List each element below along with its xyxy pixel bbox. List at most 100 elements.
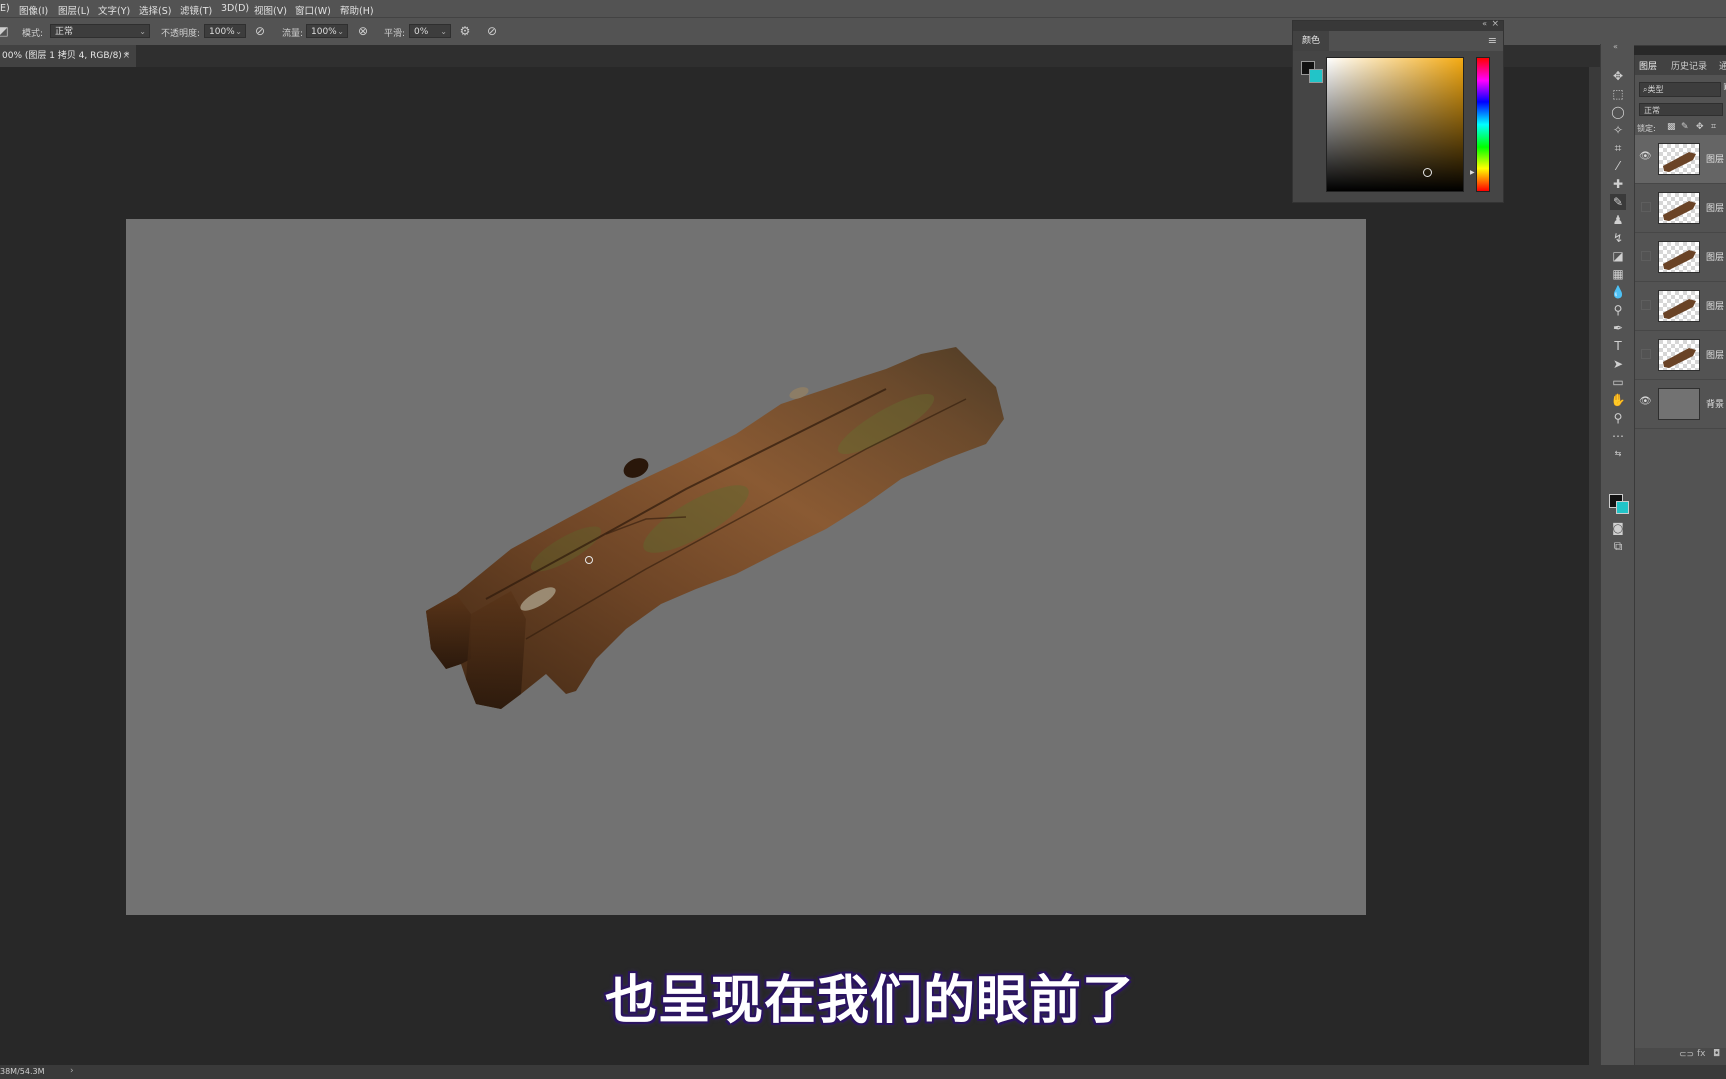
collapse-icon[interactable]: « — [1482, 19, 1487, 28]
tab-color[interactable]: 颜色 — [1293, 31, 1329, 51]
swap-colors-icon[interactable]: ⇆ — [1610, 446, 1626, 462]
menu-item-select[interactable]: 选择(S) — [139, 3, 171, 17]
visibility-toggle[interactable] — [1641, 202, 1651, 212]
lock-artboard-icon[interactable]: ⌗ — [1711, 122, 1716, 132]
close-icon[interactable]: × — [1491, 19, 1499, 29]
layer-row[interactable]: 👁 背景 — [1635, 380, 1726, 429]
menu-item-view[interactable]: 视图(V) — [254, 3, 287, 17]
saturation-brightness-field[interactable] — [1326, 57, 1464, 192]
quick-mask-icon[interactable]: ◙ — [1610, 520, 1626, 536]
layer-thumbnail — [1658, 241, 1700, 273]
tab-history[interactable]: 历史记录 — [1671, 59, 1707, 72]
layer-name[interactable]: 背景 — [1706, 397, 1724, 410]
type-tool-icon[interactable]: T — [1610, 338, 1626, 354]
menu-item-type[interactable]: 文字(Y) — [98, 3, 130, 17]
menu-item-filter[interactable]: 滤镜(T) — [180, 3, 212, 17]
visibility-toggle[interactable] — [1641, 349, 1651, 359]
pressure-size-icon[interactable]: ⊘ — [485, 24, 499, 38]
lock-pixels-icon[interactable]: ✎ — [1681, 122, 1689, 132]
menu-item-window[interactable]: 窗口(W) — [295, 3, 331, 17]
layer-name[interactable]: 图层 — [1706, 250, 1724, 263]
layer-name[interactable]: 图层 — [1706, 299, 1724, 312]
eraser-tool-icon[interactable]: ◪ — [1610, 248, 1626, 264]
pressure-opacity-icon[interactable]: ⊘ — [253, 24, 267, 38]
healing-tool-icon[interactable]: ✚ — [1610, 176, 1626, 192]
magic-wand-tool-icon[interactable]: ✧ — [1610, 122, 1626, 138]
zoom-tool-icon[interactable]: ⚲ — [1610, 410, 1626, 426]
menu-item-image[interactable]: 图像(I) — [19, 3, 48, 17]
flow-field[interactable]: 100% ⌄ — [306, 24, 348, 38]
log-thumbnail — [1663, 250, 1696, 270]
history-brush-tool-icon[interactable]: ↯ — [1610, 230, 1626, 246]
layer-name[interactable]: 图层 — [1706, 348, 1724, 361]
visibility-toggle[interactable] — [1641, 251, 1651, 261]
status-menu-arrow[interactable]: › — [70, 1066, 74, 1076]
opacity-value: 100% — [209, 27, 235, 37]
mode-select[interactable]: 正常 ⌄ — [50, 24, 150, 38]
hand-tool-icon[interactable]: ✋ — [1610, 392, 1626, 408]
menu-item-edit[interactable]: E) — [0, 3, 10, 14]
layer-name[interactable]: 图层 — [1706, 152, 1724, 165]
layers-panel-tabs: 图层 历史记录 通 — [1635, 55, 1726, 75]
document-tab[interactable]: 00% (图层 1 拷贝 4, RGB/8) * × — [0, 45, 136, 67]
tab-channels[interactable]: 通 — [1719, 59, 1726, 72]
link-layers-icon[interactable]: ⊂⊃ — [1679, 1050, 1694, 1060]
layer-row[interactable]: 图层 — [1635, 184, 1726, 233]
panel-menu-icon[interactable]: ≡ — [1488, 34, 1497, 47]
layer-filter-select[interactable]: ⌕类型 — [1639, 82, 1721, 97]
fx-icon[interactable]: fx — [1697, 1049, 1706, 1059]
lock-transparency-icon[interactable]: ▩ — [1667, 122, 1676, 132]
vertical-scrollbar[interactable] — [1589, 67, 1600, 1067]
eye-icon[interactable]: 👁 — [1639, 396, 1652, 408]
dodge-tool-icon[interactable]: ⚲ — [1610, 302, 1626, 318]
hue-slider[interactable] — [1476, 57, 1490, 192]
brush-tool-icon[interactable]: ✎ — [1610, 194, 1626, 210]
menu-item-3d[interactable]: 3D(D) — [221, 3, 249, 14]
background-swatch[interactable] — [1309, 69, 1323, 83]
lasso-tool-icon[interactable]: ◯ — [1610, 104, 1626, 120]
eye-icon[interactable]: 👁 — [1639, 151, 1652, 163]
document-size: 38M/54.3M — [0, 1067, 45, 1076]
gear-icon[interactable]: ⚙ — [458, 24, 472, 38]
brush-preset-icon[interactable]: ◩ — [0, 24, 10, 38]
menu-item-help[interactable]: 帮助(H) — [340, 3, 374, 17]
document-tab-title: 00% (图层 1 拷贝 4, RGB/8) * — [2, 51, 130, 61]
blend-mode-select[interactable]: 正常 — [1639, 103, 1723, 116]
rectangle-tool-icon[interactable]: ▭ — [1610, 374, 1626, 390]
menu-item-layer[interactable]: 图层(L) — [58, 3, 90, 17]
layer-name[interactable]: 图层 — [1706, 201, 1724, 214]
background-color-swatch[interactable] — [1616, 501, 1629, 514]
smoothing-field[interactable]: 0% ⌄ — [409, 24, 451, 38]
layer-row[interactable]: 图层 — [1635, 282, 1726, 331]
tab-layers[interactable]: 图层 — [1639, 59, 1657, 72]
smoothing-label: 平滑: — [384, 29, 406, 39]
wooden-log-artwork — [426, 347, 1004, 709]
blur-tool-icon[interactable]: 💧 — [1610, 284, 1626, 300]
marquee-tool-icon[interactable]: ⬚ — [1610, 86, 1626, 102]
pen-tool-icon[interactable]: ✒ — [1610, 320, 1626, 336]
color-panel-header: « × — [1293, 19, 1503, 31]
gradient-tool-icon[interactable]: ▦ — [1610, 266, 1626, 282]
document-canvas[interactable] — [126, 219, 1366, 915]
opacity-label: 不透明度: — [161, 29, 201, 39]
visibility-toggle[interactable] — [1641, 300, 1651, 310]
path-select-tool-icon[interactable]: ➤ — [1610, 356, 1626, 372]
collapse-icon[interactable]: « — [1613, 42, 1618, 51]
stamp-tool-icon[interactable]: ♟ — [1610, 212, 1626, 228]
log-thumbnail — [1663, 152, 1696, 172]
move-tool-icon[interactable]: ✥ — [1610, 68, 1626, 84]
lock-position-icon[interactable]: ✥ — [1696, 122, 1704, 132]
close-icon[interactable]: × — [122, 45, 130, 67]
opacity-field[interactable]: 100% ⌄ — [204, 24, 246, 38]
screen-mode-icon[interactable]: ⧉ — [1610, 538, 1626, 554]
add-mask-icon[interactable]: ◘ — [1713, 1049, 1720, 1059]
layer-thumbnail — [1658, 192, 1700, 224]
crop-tool-icon[interactable]: ⌗ — [1610, 140, 1626, 156]
airbrush-icon[interactable]: ⊗ — [356, 24, 370, 38]
more-tools-icon[interactable]: ⋯ — [1610, 428, 1626, 444]
layer-row[interactable]: 图层 — [1635, 233, 1726, 282]
hue-pointer-icon[interactable]: ▶ — [1470, 169, 1475, 176]
layer-row[interactable]: 👁 图层 — [1635, 135, 1726, 184]
layer-row[interactable]: 图层 — [1635, 331, 1726, 380]
eyedropper-tool-icon[interactable]: ⁄ — [1610, 158, 1626, 174]
